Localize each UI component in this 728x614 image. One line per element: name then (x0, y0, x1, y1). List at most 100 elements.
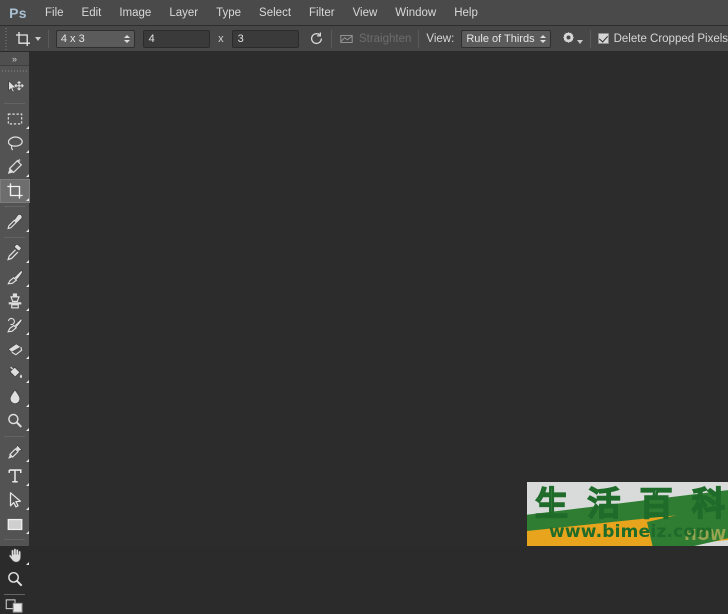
menu-select[interactable]: Select (250, 0, 300, 26)
tool-flyout-triangle-icon[interactable] (26, 174, 29, 177)
quick-selection-icon (7, 159, 23, 174)
tool-flyout-triangle-icon[interactable] (26, 150, 29, 153)
menu-type[interactable]: Type (207, 0, 250, 26)
tool-flyout-triangle-icon[interactable] (26, 198, 29, 201)
menu-image[interactable]: Image (110, 0, 160, 26)
tool-rectangle[interactable] (0, 512, 30, 536)
crop-settings-button[interactable] (561, 31, 583, 46)
tool-flyout-triangle-icon[interactable] (26, 260, 29, 263)
menu-file[interactable]: File (36, 0, 73, 26)
straighten-button[interactable]: Straighten (339, 32, 411, 46)
crop-overlay-select[interactable]: Rule of Thirds (461, 29, 551, 48)
eraser-icon (7, 343, 23, 356)
tool-flyout-triangle-icon[interactable] (26, 531, 29, 534)
tool-flyout-triangle-icon[interactable] (26, 332, 29, 335)
options-separator-1 (47, 29, 49, 48)
watermark-char-2: 活 (587, 483, 621, 523)
straighten-icon (340, 34, 353, 43)
tool-spot-healing-brush[interactable] (0, 241, 30, 265)
menu-filter[interactable]: Filter (300, 0, 344, 26)
color-swatches-icon (5, 599, 23, 613)
lasso-icon (7, 135, 23, 150)
tool-move[interactable] (0, 76, 30, 100)
tool-flyout-triangle-icon[interactable] (26, 404, 29, 407)
tool-separator (4, 103, 25, 104)
paint-bucket-icon (9, 366, 23, 379)
tool-flyout-triangle-icon[interactable] (26, 356, 29, 359)
dodge-icon (8, 413, 23, 428)
settings-chevron-down-icon[interactable] (576, 39, 583, 44)
hand-icon (8, 548, 22, 563)
tool-eyedropper[interactable] (0, 210, 30, 234)
tool-eraser[interactable] (0, 337, 30, 361)
tool-hand[interactable] (0, 543, 30, 567)
swap-dimensions-button[interactable] (309, 31, 324, 46)
tool-flyout-triangle-icon[interactable] (26, 380, 29, 383)
crop-height-input[interactable]: 3 (231, 29, 299, 48)
tool-zoom[interactable] (0, 567, 30, 591)
pen-icon (8, 444, 23, 459)
options-separator-3 (418, 29, 420, 48)
tool-pen[interactable] (0, 440, 30, 464)
eyedropper-icon (7, 214, 23, 230)
tool-flyout-triangle-icon[interactable] (26, 229, 29, 232)
menu-layer[interactable]: Layer (160, 0, 207, 26)
crop-width-input[interactable]: 4 (142, 29, 211, 48)
tool-quick-selection[interactable] (0, 155, 30, 179)
tool-path-selection[interactable] (0, 488, 30, 512)
tool-flyout-triangle-icon[interactable] (26, 459, 29, 462)
tool-brush[interactable] (0, 265, 30, 289)
watermark-overlay: 生 活 百 科 HOW www.bimeiz.com (527, 482, 728, 546)
tool-separator (4, 539, 25, 540)
crop-overlay-value: Rule of Thirds (466, 32, 535, 45)
crop-height-value: 3 (237, 32, 244, 45)
clone-stamp-icon (8, 293, 22, 309)
collapse-panel-button[interactable]: » (0, 52, 29, 66)
tool-preset-chevron-down-icon[interactable] (34, 36, 41, 41)
watermark-url: www.bimeiz.com (549, 522, 714, 542)
rectangle-shape-icon (7, 518, 23, 530)
crop-icon (7, 183, 23, 199)
foreground-background-colors[interactable] (0, 598, 30, 614)
tool-separator (4, 237, 25, 238)
tool-flyout-triangle-icon[interactable] (26, 126, 29, 129)
type-t-icon (8, 469, 22, 483)
delete-cropped-pixels-checkbox[interactable]: Delete Cropped Pixels (597, 32, 728, 45)
blur-droplet-icon (9, 389, 21, 404)
healing-brush-icon (7, 244, 22, 261)
delete-cropped-pixels-label: Delete Cropped Pixels (613, 32, 728, 45)
active-tool-crop-icon[interactable] (13, 28, 33, 50)
tool-flyout-triangle-icon[interactable] (26, 507, 29, 510)
chevron-updown-icon (123, 34, 130, 43)
tools-panel-drag-handle[interactable] (0, 66, 29, 76)
tool-clone-stamp[interactable] (0, 289, 30, 313)
crop-width-value: 4 (148, 32, 155, 45)
menu-window[interactable]: Window (386, 0, 445, 26)
gear-icon (562, 32, 574, 43)
tool-flyout-triangle-icon[interactable] (26, 483, 29, 486)
tool-blur[interactable] (0, 385, 30, 409)
menu-help[interactable]: Help (445, 0, 487, 26)
tool-crop[interactable] (0, 179, 30, 203)
watermark-char-3: 百 (639, 483, 673, 523)
tool-flyout-triangle-icon[interactable] (26, 284, 29, 287)
tool-rectangular-marquee[interactable] (0, 107, 30, 131)
tool-separator (4, 206, 25, 207)
tool-lasso[interactable] (0, 131, 30, 155)
tool-history-brush[interactable] (0, 313, 30, 337)
marquee-icon (7, 113, 23, 125)
tool-flyout-triangle-icon[interactable] (26, 428, 29, 431)
options-bar-drag-handle[interactable] (2, 25, 9, 52)
chevron-updown-icon (539, 34, 546, 43)
tool-dodge[interactable] (0, 409, 30, 433)
tool-flyout-triangle-icon[interactable] (26, 308, 29, 311)
tool-horizontal-type[interactable] (0, 464, 30, 488)
tool-flyout-triangle-icon[interactable] (26, 562, 29, 565)
menu-view[interactable]: View (344, 0, 387, 26)
document-canvas-area[interactable] (30, 52, 728, 546)
crop-preset-select[interactable]: 4 x 3 (55, 29, 135, 48)
menu-edit[interactable]: Edit (73, 0, 111, 26)
tool-gradient[interactable] (0, 361, 30, 385)
watermark-char-4: 科 (691, 483, 725, 523)
magnifier-icon (8, 571, 23, 587)
